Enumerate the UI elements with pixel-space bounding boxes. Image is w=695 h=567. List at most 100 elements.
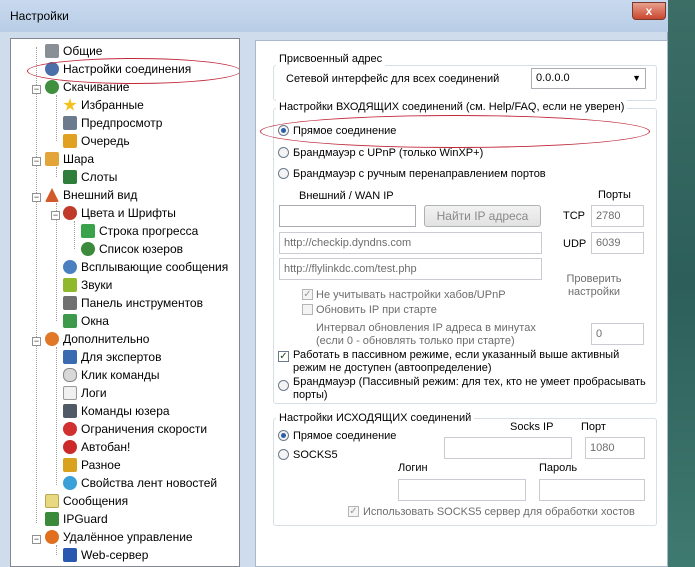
tcp-label: TCP xyxy=(563,210,585,222)
web-server-icon xyxy=(63,548,77,562)
expert-icon xyxy=(63,350,77,364)
find-ip-button[interactable]: Найти IP адреса xyxy=(424,205,541,227)
interval-label-line2: (если 0 - обновлять только при старте) xyxy=(316,335,515,347)
tree-line xyxy=(74,221,75,249)
tree-item-autoban[interactable]: Автобан! xyxy=(63,438,130,456)
tree-item-advanced[interactable]: Дополнительно xyxy=(45,330,149,348)
incoming-manual-radio[interactable] xyxy=(278,168,289,179)
desktop-background xyxy=(668,0,695,567)
tree-item-speed-limits[interactable]: Ограничения скорости xyxy=(63,420,207,438)
incoming-upnp-label: Брандмауэр с UPnP (только WinXP+) xyxy=(293,147,484,159)
expand-toggle[interactable]: − xyxy=(51,211,60,220)
expand-toggle[interactable]: − xyxy=(32,157,41,166)
check-settings-link-line2[interactable]: настройки xyxy=(561,285,627,299)
advanced-icon xyxy=(45,332,59,346)
tree-item-queue[interactable]: Очередь xyxy=(63,132,130,150)
incoming-upnp-radio[interactable] xyxy=(278,147,289,158)
tree-item-user-list[interactable]: Список юзеров xyxy=(81,240,183,258)
iface-select[interactable]: 0.0.0.0 ▼ xyxy=(531,68,646,89)
check-url-2-input[interactable]: http://flylinkdc.com/test.php xyxy=(279,258,542,280)
ban-icon xyxy=(63,440,77,454)
outgoing-socks-radio[interactable] xyxy=(278,449,289,460)
expand-toggle[interactable]: − xyxy=(32,337,41,346)
message-icon xyxy=(45,494,59,508)
tree-item-popups[interactable]: Всплывающие сообщения xyxy=(63,258,228,276)
passive-checkbox[interactable]: ✓ xyxy=(278,351,289,362)
tcp-port-input[interactable]: 2780 xyxy=(591,205,644,227)
password-input[interactable] xyxy=(539,479,645,501)
tree-line xyxy=(56,95,57,141)
tree-item-slots[interactable]: Слоты xyxy=(63,168,117,186)
tree-item-experts[interactable]: Для экспертов xyxy=(63,348,161,366)
close-button[interactable]: x xyxy=(632,2,666,20)
shield-icon xyxy=(45,512,59,526)
tree-item-messages[interactable]: Сообщения xyxy=(45,492,128,510)
update-ip-checkbox[interactable] xyxy=(302,304,313,315)
ports-label: Порты xyxy=(598,189,631,201)
check-settings-link-line1[interactable]: Проверить xyxy=(561,272,627,286)
tree-item-windows[interactable]: Окна xyxy=(63,312,109,330)
tree-line xyxy=(56,167,57,177)
socks-port-input[interactable]: 1080 xyxy=(585,437,645,459)
udp-port-input[interactable]: 6039 xyxy=(591,232,644,254)
login-label: Логин xyxy=(398,462,428,474)
expand-toggle[interactable]: − xyxy=(32,535,41,544)
login-input[interactable] xyxy=(398,479,526,501)
socks-ip-input[interactable] xyxy=(444,437,572,459)
tree-item-sounds[interactable]: Звуки xyxy=(63,276,112,294)
tree-item-appearance[interactable]: Внешний вид xyxy=(45,186,137,204)
check-url-1-input[interactable]: http://checkip.dyndns.com xyxy=(279,232,542,254)
music-note-icon xyxy=(63,278,77,292)
window-title: Настройки xyxy=(10,9,69,23)
udp-label: UDP xyxy=(563,238,587,250)
tree-item-web-server[interactable]: Web-сервер xyxy=(63,546,148,564)
settings-tree: − − − − − − Общие Настройки соединения С… xyxy=(10,38,240,567)
progress-icon xyxy=(81,224,95,238)
assigned-address-legend: Присвоенный адрес xyxy=(276,52,386,66)
selection-highlight-ellipse xyxy=(27,58,239,84)
tree-item-ipguard[interactable]: IPGuard xyxy=(45,510,108,528)
remote-icon xyxy=(45,530,59,544)
outgoing-legend: Настройки ИСХОДЯЩИХ соединений xyxy=(276,411,475,425)
tree-item-logs[interactable]: Логи xyxy=(63,384,107,402)
share-folder-icon xyxy=(45,152,59,166)
tree-line xyxy=(56,347,57,485)
firewall-passive-line2: порты) xyxy=(293,389,328,401)
use-socks-checkbox[interactable]: ✓ xyxy=(348,506,359,517)
download-icon xyxy=(45,80,59,94)
tree-item-colors-fonts[interactable]: Цвета и Шрифты xyxy=(63,204,176,222)
tree-item-favorites[interactable]: Избранные xyxy=(63,96,144,114)
outgoing-direct-radio[interactable] xyxy=(278,430,289,441)
tree-item-click-commands[interactable]: Клик команды xyxy=(63,366,160,384)
tree-item-share[interactable]: Шара xyxy=(45,150,94,168)
command-icon xyxy=(63,404,77,418)
tree-item-misc[interactable]: Разное xyxy=(63,456,121,474)
wan-ip-input[interactable] xyxy=(279,205,416,227)
ignore-hub-label: Не учитывать настройки хабов/UPnP xyxy=(316,289,506,301)
hammer-icon xyxy=(63,296,77,310)
ignore-hub-checkbox[interactable]: ✓ xyxy=(302,289,313,300)
expand-toggle[interactable]: − xyxy=(32,85,41,94)
socks-port-label: Порт xyxy=(581,421,606,433)
firewall-passive-radio[interactable] xyxy=(278,380,289,391)
firewall-passive-line1: Брандмауэр (Пассивный режим: для тех, кт… xyxy=(293,376,646,388)
iface-label: Сетевой интерфейс для всех соединений xyxy=(286,73,500,85)
users-icon xyxy=(81,242,95,256)
tree-item-remote[interactable]: Удалённое управление xyxy=(45,528,193,546)
tree-item-preview[interactable]: Предпросмотр xyxy=(63,114,162,132)
interval-label-line1: Интервал обновления IP адреса в минутах xyxy=(316,322,536,334)
tree-item-general[interactable]: Общие xyxy=(45,42,102,60)
slots-icon xyxy=(63,170,77,184)
tree-item-rss[interactable]: Свойства лент новостей xyxy=(63,474,217,492)
tree-item-toolbar[interactable]: Панель инструментов xyxy=(63,294,203,312)
star-icon xyxy=(63,98,77,111)
palette-icon xyxy=(63,206,77,220)
tree-item-user-commands[interactable]: Команды юзера xyxy=(63,402,170,420)
tree-item-progress-bar[interactable]: Строка прогресса xyxy=(81,222,198,240)
interval-input[interactable]: 0 xyxy=(591,323,644,345)
incoming-legend: Настройки ВХОДЯЩИХ соединений (см. Help/… xyxy=(276,100,628,114)
queue-icon xyxy=(63,134,77,148)
expand-toggle[interactable]: − xyxy=(32,193,41,202)
password-label: Пароль xyxy=(539,462,578,474)
use-socks-label: Использовать SOCKS5 сервер для обработки… xyxy=(363,506,635,518)
